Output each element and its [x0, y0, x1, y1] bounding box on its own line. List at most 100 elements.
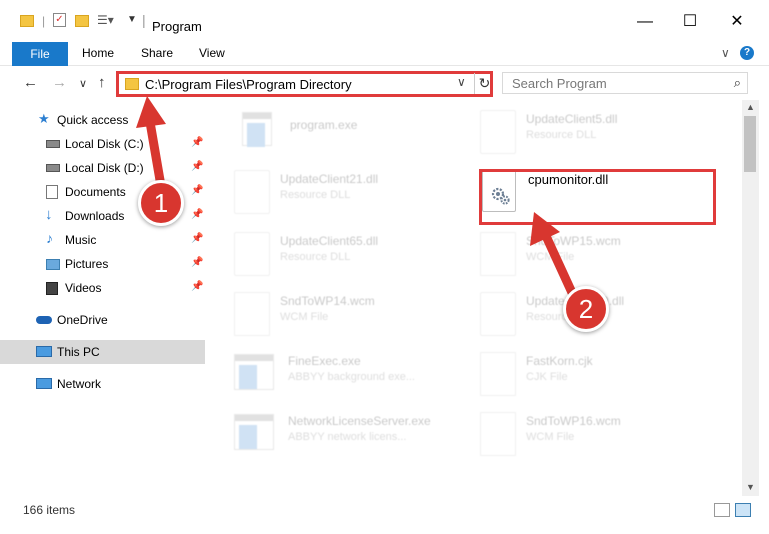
documents-icon	[46, 185, 58, 199]
app-icon	[234, 414, 274, 450]
dll-icon	[234, 232, 270, 276]
ribbon-tabs: File Home Share View ∨	[0, 40, 769, 66]
address-bar[interactable]: C:\Program Files\Program Directory ∨ ↻	[116, 71, 493, 97]
dll-icon	[234, 170, 270, 214]
properties-icon[interactable]: ✓	[53, 13, 66, 27]
file-item[interactable]: SndToWP14.wcm WCM File	[234, 288, 474, 344]
customize-icon[interactable]: ☰▾	[97, 13, 114, 27]
file-type: CJK File	[526, 371, 568, 383]
file-icon	[480, 232, 516, 276]
large-icons-view-icon[interactable]	[735, 503, 751, 517]
tab-home[interactable]: Home	[82, 46, 114, 60]
file-icon	[480, 352, 516, 396]
pin-icon: 📌	[191, 233, 204, 244]
help-icon[interactable]: ?	[740, 46, 754, 60]
vertical-scrollbar[interactable]: ▲ ▼	[742, 100, 759, 496]
sidebar-item-local-disk-c[interactable]: Local Disk (C:) 📌	[0, 132, 205, 156]
pin-icon: 📌	[191, 137, 204, 148]
exe-icon	[242, 112, 272, 147]
dll-icon	[480, 110, 516, 154]
drive-icon	[46, 164, 60, 172]
scroll-down-icon[interactable]: ▼	[746, 482, 755, 492]
star-icon: ★	[38, 111, 50, 126]
file-item[interactable]: program.exe	[242, 106, 482, 162]
search-input[interactable]: Search Program ⌕	[502, 72, 748, 94]
maximize-button[interactable]: ☐	[675, 12, 705, 32]
back-button[interactable]: ←	[23, 74, 38, 91]
file-item[interactable]: FineExec.exe ABBYY background exe...	[234, 348, 474, 404]
scroll-thumb[interactable]	[744, 116, 756, 172]
file-name: NetworkLicenseServer.exe	[288, 414, 431, 428]
file-type: Resource DLL	[280, 251, 351, 263]
file-item[interactable]: FastKorn.cjk CJK File	[480, 348, 720, 404]
separator: |	[42, 14, 46, 28]
dll-icon	[480, 292, 516, 336]
pin-icon: 📌	[191, 209, 204, 220]
search-icon[interactable]: ⌕	[734, 75, 741, 91]
sidebar-item-this-pc[interactable]: This PC	[0, 340, 205, 364]
title-bar: | ✓ ☰▾ ▼ | Program — ☐ ✕	[0, 0, 769, 40]
pictures-icon	[46, 259, 60, 270]
minimize-button[interactable]: —	[630, 12, 660, 32]
tab-view[interactable]: View	[199, 46, 225, 60]
new-folder-icon[interactable]	[75, 15, 89, 27]
pin-icon: 📌	[191, 257, 204, 268]
file-type: WCM File	[526, 251, 575, 263]
file-name: program.exe	[290, 118, 358, 132]
status-bar: 166 items	[0, 500, 769, 522]
expand-ribbon-icon[interactable]: ∨	[721, 46, 730, 60]
sidebar-item-label: Videos	[65, 281, 102, 295]
file-item[interactable]: NetworkLicenseServer.exe ABBYY network l…	[234, 408, 474, 464]
sidebar-item-label: Local Disk (C:)	[65, 137, 144, 151]
app-icon	[234, 354, 274, 390]
file-name: UpdateClient21.dll	[280, 172, 379, 186]
sidebar-item-videos[interactable]: Videos 📌	[0, 276, 205, 300]
sidebar-item-label: Local Disk (D:)	[65, 161, 144, 175]
navigation-pane: ★ Quick access Local Disk (C:) 📌 Local D…	[0, 104, 205, 496]
address-path[interactable]: C:\Program Files\Program Directory	[145, 77, 352, 92]
pin-icon: 📌	[191, 281, 204, 292]
file-item[interactable]: UpdateClient21.dll Resource DLL	[234, 166, 474, 222]
file-icon	[234, 292, 270, 336]
file-type: ABBYY background exe...	[288, 371, 415, 383]
sidebar-item-network[interactable]: Network	[0, 372, 205, 396]
videos-icon	[46, 282, 58, 295]
file-item[interactable]: UpdateClient5.dll Resource DLL	[480, 106, 720, 162]
close-button[interactable]: ✕	[722, 12, 752, 32]
file-item[interactable]: SndToWP16.wcm WCM File	[480, 408, 720, 464]
sidebar-item-quick-access[interactable]: ★ Quick access	[0, 108, 205, 132]
computer-icon	[36, 346, 52, 357]
sidebar-item-label: Downloads	[65, 209, 125, 223]
scroll-up-icon[interactable]: ▲	[746, 102, 755, 112]
sidebar-item-onedrive[interactable]: OneDrive	[0, 308, 205, 332]
up-button[interactable]: ↑	[98, 74, 106, 91]
folder-icon[interactable]	[20, 15, 34, 27]
sidebar-item-pictures[interactable]: Pictures 📌	[0, 252, 205, 276]
file-item[interactable]: UpdateClient65.dll Resource DLL	[234, 228, 474, 284]
pin-icon: 📌	[191, 185, 204, 196]
file-item[interactable]: SndToWP15.wcm WCM File	[480, 228, 720, 284]
address-dropdown-icon[interactable]: ∨	[457, 75, 466, 89]
sidebar-item-label: Pictures	[65, 257, 109, 271]
pin-icon: 📌	[191, 161, 204, 172]
refresh-button[interactable]: ↻	[474, 73, 494, 94]
recent-locations-button[interactable]: ∨	[79, 77, 87, 90]
file-name: SndToWP14.wcm	[280, 294, 375, 308]
window-title: Program	[152, 19, 202, 34]
sidebar-item-music[interactable]: ♪ Music 📌	[0, 228, 205, 252]
separator: |	[142, 12, 146, 28]
quick-access-dropdown-icon[interactable]: ▼	[127, 14, 137, 25]
folder-icon	[125, 78, 139, 90]
sidebar-item-local-disk-d[interactable]: Local Disk (D:) 📌	[0, 156, 205, 180]
forward-button[interactable]: →	[52, 74, 67, 91]
file-name: UpdateClient65.dll	[280, 234, 379, 248]
file-type: Resource DLL	[280, 189, 351, 201]
file-type: Resource DLL	[526, 129, 597, 141]
details-view-icon[interactable]	[714, 503, 730, 517]
file-icon	[480, 412, 516, 456]
sidebar-item-label: Documents	[65, 185, 126, 199]
file-highlight-box	[479, 169, 716, 225]
tab-share[interactable]: Share	[141, 46, 173, 60]
file-name: FineExec.exe	[288, 354, 361, 368]
tab-file[interactable]: File	[12, 42, 68, 66]
